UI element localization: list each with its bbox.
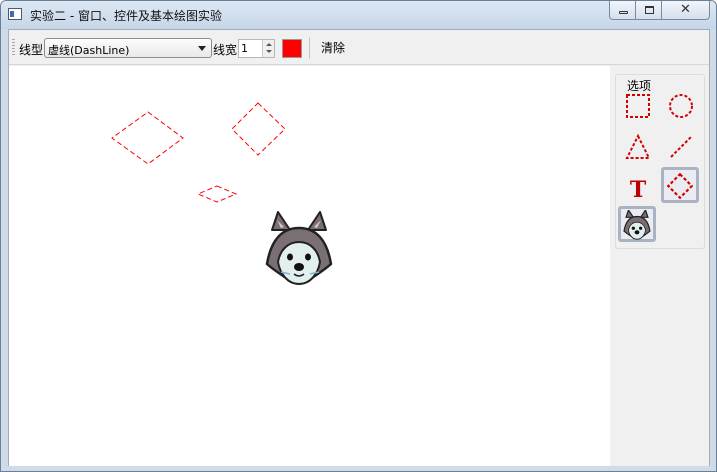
line-style-dropdown[interactable]: 虚线(DashLine) bbox=[44, 38, 212, 58]
line-style-label: 线型 bbox=[19, 43, 44, 57]
husky-image-icon bbox=[623, 210, 651, 240]
canvas-drawing bbox=[111, 102, 333, 286]
text-tool-button[interactable]: T bbox=[620, 170, 654, 204]
main-window: 实验二 - 窗口、控件及基本绘图实验 ✕ 线型 虚线(DashLine) 线宽 … bbox=[0, 0, 717, 472]
color-picker-button[interactable] bbox=[282, 39, 302, 58]
title-bar[interactable]: 实验二 - 窗口、控件及基本绘图实验 ✕ bbox=[1, 1, 716, 29]
svg-text:T: T bbox=[630, 177, 647, 202]
maximize-icon bbox=[645, 6, 654, 14]
toolbar-separator bbox=[309, 37, 310, 59]
maximize-button[interactable] bbox=[635, 1, 662, 20]
dashed-diamond-icon bbox=[666, 172, 694, 200]
client-area: 线型 虚线(DashLine) 线宽 1 清除 选项 T bbox=[8, 29, 710, 466]
close-icon: ✕ bbox=[680, 2, 691, 17]
window-title: 实验二 - 窗口、控件及基本绘图实验 bbox=[30, 9, 222, 23]
minimize-icon bbox=[619, 11, 628, 14]
minimize-button[interactable] bbox=[609, 1, 636, 20]
chevron-down-icon bbox=[198, 46, 206, 51]
drawn-diamond-shape bbox=[231, 102, 286, 156]
line-width-value: 1 bbox=[241, 42, 248, 55]
image-tool-button[interactable] bbox=[618, 206, 656, 242]
spin-up-icon[interactable] bbox=[266, 43, 272, 46]
drawn-husky-image bbox=[265, 211, 333, 286]
options-panel: 选项 T bbox=[610, 66, 709, 466]
triangle-tool-button[interactable] bbox=[620, 129, 654, 163]
dashed-triangle-icon bbox=[625, 133, 651, 159]
line-style-value: 虚线(DashLine) bbox=[48, 44, 130, 57]
options-group: 选项 T bbox=[615, 74, 705, 249]
toolbar: 线型 虚线(DashLine) 线宽 1 清除 bbox=[9, 30, 709, 65]
clear-button[interactable]: 清除 bbox=[316, 38, 350, 58]
rectangle-tool-button[interactable] bbox=[620, 88, 654, 122]
ellipse-tool-button[interactable] bbox=[663, 88, 697, 122]
close-button[interactable]: ✕ bbox=[661, 1, 710, 20]
toolbar-grip-handle[interactable] bbox=[12, 39, 15, 57]
dashed-rectangle-icon bbox=[626, 94, 650, 118]
text-T-icon: T bbox=[630, 177, 647, 202]
line-width-spinbox[interactable]: 1 bbox=[238, 39, 275, 58]
drawn-diamond-shape bbox=[111, 111, 184, 165]
line-tool-button[interactable] bbox=[663, 129, 697, 163]
line-width-label: 线宽 bbox=[213, 43, 238, 57]
app-icon bbox=[8, 8, 22, 20]
dashed-circle-icon bbox=[669, 94, 693, 118]
drawing-canvas[interactable] bbox=[9, 66, 610, 466]
spin-down-icon[interactable] bbox=[266, 50, 272, 53]
drawn-diamond-shape bbox=[196, 185, 238, 203]
dashed-line-icon bbox=[670, 136, 692, 158]
diamond-tool-button[interactable] bbox=[661, 167, 699, 203]
spin-buttons bbox=[262, 40, 274, 57]
